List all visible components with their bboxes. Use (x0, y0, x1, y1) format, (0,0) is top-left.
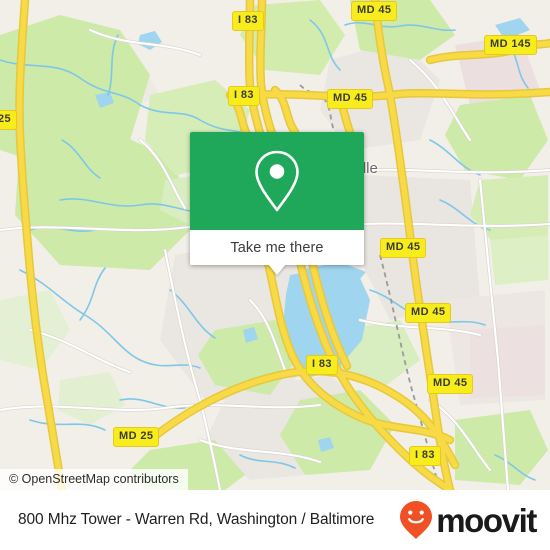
footer-bar: 800 Mhz Tower - Warren Rd, Washington / … (0, 490, 550, 550)
highway-shield[interactable]: 25 (0, 110, 18, 130)
map-canvas[interactable]: ville MD 45 I 83 MD 145 I 83 MD 45 25 MD… (0, 0, 550, 490)
take-me-there-label: Take me there (230, 239, 324, 256)
map-attribution[interactable]: © OpenStreetMap contributors (0, 469, 188, 490)
highway-shield[interactable]: MD 25 (113, 427, 160, 447)
highway-shield[interactable]: I 83 (228, 86, 260, 106)
popup-pointer-tail (268, 264, 286, 275)
highway-shield[interactable]: I 83 (409, 446, 441, 466)
highway-shield[interactable]: MD 45 (380, 238, 427, 258)
moovit-logo[interactable]: moovit (399, 500, 537, 540)
highway-shield[interactable]: I 83 (306, 355, 338, 375)
map-pin-icon (255, 150, 299, 212)
moovit-smiley-pin-icon (400, 501, 433, 539)
highway-shield[interactable]: MD 45 (327, 89, 374, 109)
location-popup-card[interactable]: Take me there (190, 132, 364, 275)
highway-shield[interactable]: I 83 (232, 11, 264, 31)
map-screenshot: ville MD 45 I 83 MD 145 I 83 MD 45 25 MD… (0, 0, 550, 550)
highway-shield[interactable]: MD 45 (351, 1, 398, 21)
highway-shield[interactable]: MD 45 (405, 303, 452, 323)
highway-shield[interactable]: MD 145 (484, 35, 537, 55)
popup-action-bar[interactable]: Take me there (190, 230, 364, 275)
highway-shield[interactable]: MD 45 (427, 374, 474, 394)
popup-image-area (190, 132, 364, 230)
moovit-wordmark: moovit (436, 501, 537, 539)
location-title: 800 Mhz Tower - Warren Rd, Washington / … (18, 511, 375, 528)
